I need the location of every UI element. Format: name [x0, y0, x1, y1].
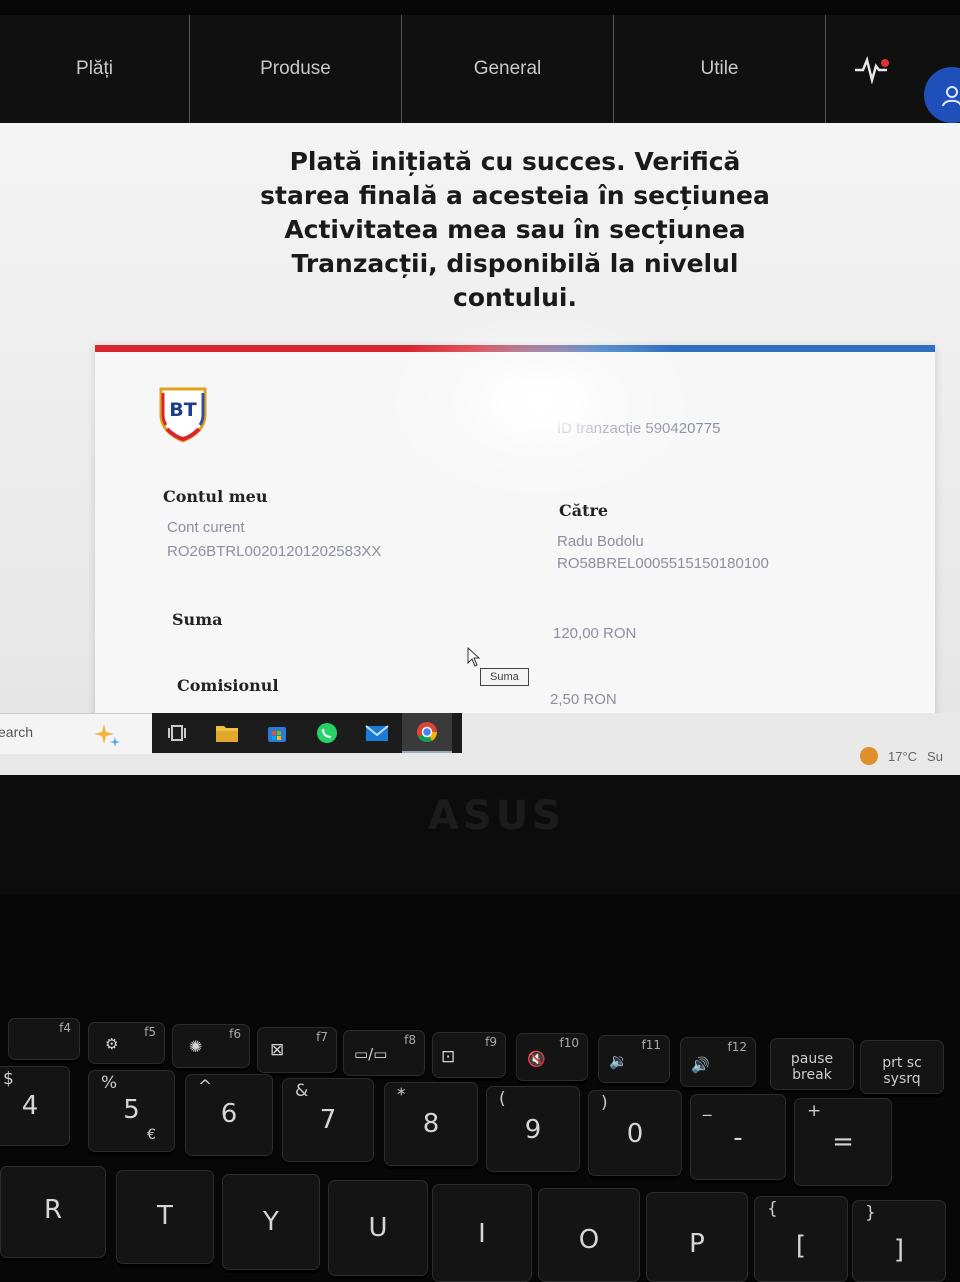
to-account-title: Către: [559, 501, 609, 520]
volume-down-icon: 🔉: [609, 1052, 628, 1070]
laptop-keyboard: f4 f5 ⚙ f6 ✺ f7 ⊠ f8 ▭/▭ f9 ⊡ f10 🔇 f11 🔉 f12 🔊 …: [0, 1000, 960, 1282]
key-f6[interactable]: f6 ✺: [172, 1024, 250, 1068]
keyboard-backlight-up-icon: ✺: [189, 1037, 203, 1056]
search-text: earch: [0, 724, 34, 740]
display-off-icon: ⊠: [270, 1040, 285, 1060]
key-f7[interactable]: f7 ⊠: [257, 1027, 337, 1073]
weather-description: Su: [927, 748, 943, 764]
windows-taskbar: earch 17°C Su: [0, 713, 960, 775]
key-open-bracket[interactable]: {[: [754, 1196, 848, 1282]
svg-text:BT: BT: [169, 399, 196, 421]
beneficiary-iban: RO58BREL0005515150180100: [557, 555, 769, 572]
store-icon: [268, 727, 286, 742]
mail-icon: [365, 725, 389, 741]
keyboard-backlight-down-icon: ⚙: [105, 1035, 119, 1053]
user-icon: [942, 86, 960, 107]
success-message: Plată inițiată cu succes. Verifică stare…: [260, 147, 770, 312]
amount-title: Suma: [172, 610, 223, 629]
mouse-cursor-icon: [467, 647, 481, 667]
file-explorer-icon: [216, 726, 238, 742]
volume-up-icon: 🔊: [691, 1056, 710, 1074]
key-f8[interactable]: f8 ▭/▭: [343, 1030, 425, 1076]
key-5[interactable]: % 5 €: [88, 1070, 175, 1152]
amount-value: 120,00 RON: [553, 625, 637, 642]
fee-value: 2,50 RON: [550, 691, 617, 708]
nav-item-plati[interactable]: Plăți: [0, 15, 190, 123]
key-close-bracket[interactable]: }]: [852, 1200, 946, 1282]
key-t[interactable]: T: [116, 1170, 214, 1264]
key-f9[interactable]: f9 ⊡: [432, 1032, 506, 1078]
task-view-button[interactable]: [152, 713, 202, 753]
key-minus[interactable]: _ -: [690, 1094, 786, 1180]
key-7[interactable]: & 7: [282, 1078, 374, 1162]
key-equals[interactable]: + =: [794, 1098, 892, 1186]
taskbar-search[interactable]: earch: [0, 713, 152, 754]
key-o[interactable]: O: [538, 1188, 640, 1282]
touchpad-off-icon: ⊡: [441, 1047, 456, 1067]
nav-item-utile[interactable]: Utile: [614, 15, 826, 123]
store-button[interactable]: [252, 713, 302, 753]
key-f11[interactable]: f11 🔉: [598, 1035, 670, 1083]
whatsapp-button[interactable]: [302, 713, 352, 753]
task-view-icon: [168, 725, 186, 741]
key-0[interactable]: ) 0: [588, 1090, 682, 1176]
top-navbar: Plăți Produse General Utile: [0, 15, 960, 123]
key-8[interactable]: * 8: [384, 1082, 478, 1166]
key-4[interactable]: $4: [0, 1066, 70, 1146]
from-account-title: Contul meu: [163, 487, 268, 506]
projector-icon: ▭/▭: [354, 1045, 388, 1063]
key-i[interactable]: I: [432, 1184, 532, 1282]
user-avatar-button[interactable]: [924, 67, 960, 123]
key-9[interactable]: (9: [486, 1086, 580, 1172]
laptop-bezel: ASUS: [0, 775, 960, 895]
key-u[interactable]: U: [328, 1180, 428, 1276]
system-tray: 17°C Su: [860, 747, 943, 765]
key-y[interactable]: Y: [222, 1174, 320, 1270]
mail-button[interactable]: [352, 713, 402, 753]
taskbar-apps: [152, 713, 462, 753]
chrome-button[interactable]: [402, 713, 452, 753]
chrome-icon: [417, 722, 438, 743]
key-f12[interactable]: f12 🔊: [680, 1037, 756, 1087]
key-pause[interactable]: pause break: [770, 1038, 854, 1090]
key-f4[interactable]: f4: [8, 1018, 80, 1060]
nav-item-produse[interactable]: Produse: [190, 15, 402, 123]
nav-item-general[interactable]: General: [402, 15, 614, 123]
bt-logo-icon: BT: [159, 387, 207, 443]
payment-confirmation-page: Plată inițiată cu succes. Verifică stare…: [0, 123, 960, 725]
notification-dot: [881, 59, 889, 67]
key-prtsc[interactable]: prt sc sysrq: [860, 1040, 944, 1094]
activity-button[interactable]: [826, 15, 916, 123]
weather-sun-icon: [860, 747, 878, 765]
key-f5[interactable]: f5 ⚙: [88, 1022, 165, 1064]
laptop-screen: Plăți Produse General Utile Plată iniția…: [0, 15, 960, 775]
whatsapp-icon: [317, 723, 337, 743]
from-account-type: Cont curent: [167, 519, 245, 536]
file-explorer-button[interactable]: [202, 713, 252, 753]
mute-icon: 🔇: [527, 1050, 546, 1068]
brand-logo: ASUS: [428, 793, 566, 839]
key-6[interactable]: ^ 6: [185, 1074, 273, 1156]
from-account-iban: RO26BTRL00201201202583XX: [167, 543, 382, 560]
key-f10[interactable]: f10 🔇: [516, 1033, 588, 1081]
weather-temperature[interactable]: 17°C: [888, 749, 917, 764]
copilot-sparkle-icon: [94, 724, 120, 747]
brand-color-bar: [95, 345, 935, 352]
beneficiary-name: Radu Bodolu: [557, 533, 644, 550]
payment-receipt-card: BT ID tranzacție 590420775 Contul meu Co…: [95, 345, 935, 725]
key-r[interactable]: R: [0, 1166, 106, 1258]
key-p[interactable]: P: [646, 1192, 748, 1282]
amount-tooltip: Suma: [480, 668, 529, 686]
transaction-id: ID tranzacție 590420775: [557, 420, 721, 437]
fee-title: Comisionul: [177, 676, 279, 695]
